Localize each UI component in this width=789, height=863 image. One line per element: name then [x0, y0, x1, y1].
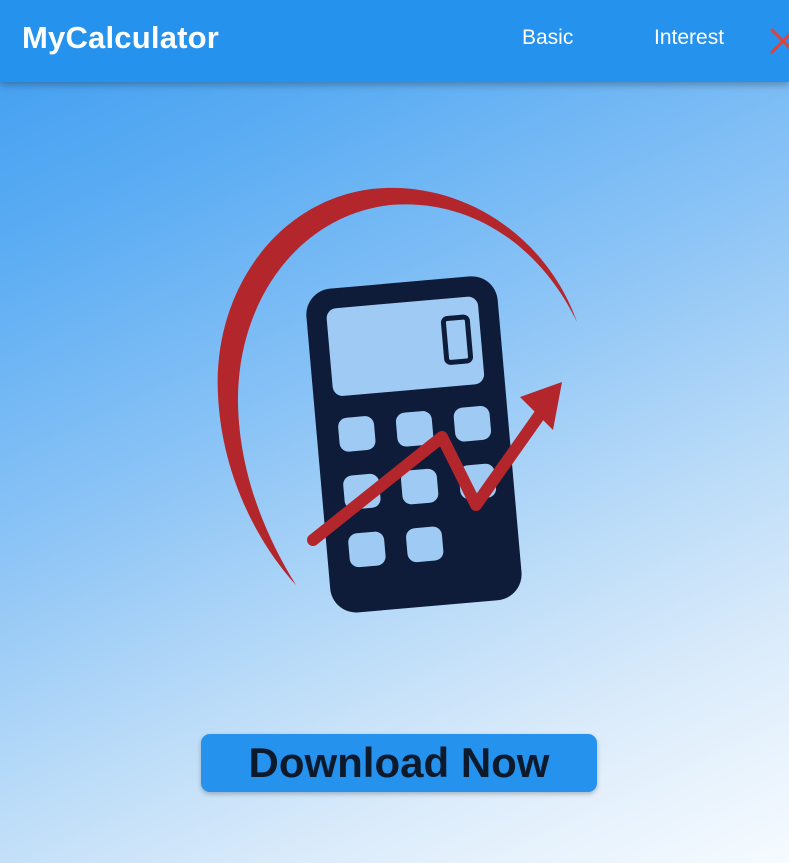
- close-button[interactable]: [766, 24, 789, 58]
- calculator-logo: [200, 175, 590, 625]
- calculator-growth-logo-icon: [217, 187, 577, 613]
- app-brand-title[interactable]: MyCalculator: [22, 20, 219, 56]
- nav-link-interest[interactable]: Interest: [654, 26, 724, 50]
- top-navbar: MyCalculator Basic Interest: [0, 0, 789, 82]
- nav-link-basic[interactable]: Basic: [522, 26, 573, 50]
- close-icon: [770, 28, 789, 54]
- download-now-button[interactable]: Download Now: [201, 734, 597, 792]
